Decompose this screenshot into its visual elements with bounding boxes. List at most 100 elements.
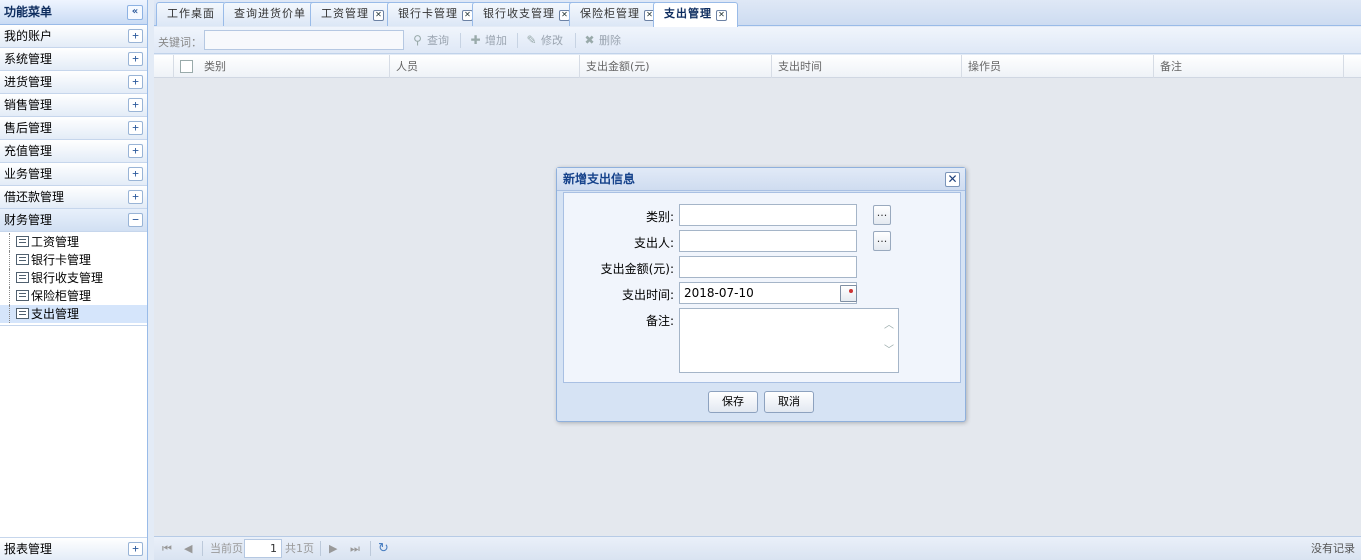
column-header-category[interactable]: 类别 xyxy=(198,55,390,78)
close-icon[interactable]: ✕ xyxy=(945,172,960,187)
page-number-input[interactable]: 1 xyxy=(244,539,282,558)
no-records-text: 没有记录 xyxy=(1311,542,1355,555)
payer-field[interactable] xyxy=(679,230,857,252)
column-label: 人员 xyxy=(396,60,418,73)
next-page-icon[interactable]: ▶ xyxy=(329,541,337,557)
sidebar-panel-recharge[interactable]: 充值管理 + xyxy=(0,140,147,163)
sidebar-panel-finance[interactable]: 财务管理 − xyxy=(0,209,147,232)
category-field[interactable] xyxy=(679,204,857,226)
current-page-label: 当前页 xyxy=(210,542,243,555)
tree-line xyxy=(9,305,10,323)
sidebar-panel-sales[interactable]: 销售管理 + xyxy=(0,94,147,117)
tree-item-bank-income-expense[interactable]: 银行收支管理 xyxy=(0,269,147,287)
category-picker-button[interactable]: ... xyxy=(873,205,891,225)
note-textarea[interactable]: ︿ ﹀ xyxy=(679,308,899,373)
tree-item-expense[interactable]: 支出管理 xyxy=(0,305,147,323)
column-header-note[interactable]: 备注 xyxy=(1154,55,1344,78)
close-icon[interactable]: ✕ xyxy=(373,10,384,21)
tab-salary[interactable]: 工资管理 ✕ xyxy=(310,2,395,26)
sidebar-title: 功能菜单 « xyxy=(0,0,147,25)
collapse-sidebar-icon[interactable]: « xyxy=(127,5,143,20)
tab-label: 保险柜管理 xyxy=(580,7,640,20)
refresh-icon[interactable]: ↻ xyxy=(378,541,389,557)
sidebar-panel-loans[interactable]: 借还款管理 + xyxy=(0,186,147,209)
tree-line xyxy=(9,233,10,251)
tab-expense[interactable]: 支出管理 ✕ xyxy=(653,2,738,27)
tab-purchase-price-query[interactable]: 查询进货价单 xyxy=(223,2,317,26)
cancel-button[interactable]: 取消 xyxy=(764,391,814,413)
panel-label: 借还款管理 xyxy=(4,190,65,204)
search-button[interactable]: ⚲ 查询 xyxy=(410,32,449,50)
sidebar-panel-after-sales[interactable]: 售后管理 + xyxy=(0,117,147,140)
expand-icon[interactable]: + xyxy=(128,75,143,89)
sidebar-panel-business[interactable]: 业务管理 + xyxy=(0,163,147,186)
expand-icon[interactable]: + xyxy=(128,144,143,158)
keyword-input[interactable] xyxy=(204,30,404,50)
expand-icon[interactable]: + xyxy=(128,52,143,66)
tree-item-safe[interactable]: 保险柜管理 xyxy=(0,287,147,305)
tree-item-label: 支出管理 xyxy=(31,307,80,321)
column-label: 支出时间 xyxy=(778,60,822,73)
search-icon: ⚲ xyxy=(413,33,422,47)
textarea-scrollbar[interactable]: ︿ ﹀ xyxy=(881,309,898,372)
edit-button[interactable]: ✎ 修改 xyxy=(524,32,563,50)
expand-icon[interactable]: + xyxy=(128,190,143,204)
page-icon xyxy=(16,308,29,319)
tab-safe[interactable]: 保险柜管理 ✕ xyxy=(569,2,666,26)
first-page-icon[interactable]: ⏮ xyxy=(162,541,172,557)
collapse-icon[interactable]: − xyxy=(128,213,143,227)
tree-item-bank-card[interactable]: 银行卡管理 xyxy=(0,251,147,269)
total-pages-label: 共1页 xyxy=(285,542,314,555)
tree-line xyxy=(9,251,10,269)
expand-icon[interactable]: + xyxy=(128,542,143,556)
calendar-icon[interactable] xyxy=(840,285,857,302)
sidebar-panel-purchase[interactable]: 进货管理 + xyxy=(0,71,147,94)
grid-header: 类别 人员 支出金额(元) 支出时间 操作员 备注 xyxy=(154,55,1361,78)
column-header-person[interactable]: 人员 xyxy=(390,55,580,78)
expand-icon[interactable]: + xyxy=(128,121,143,135)
delete-icon: ✖ xyxy=(584,33,595,47)
scroll-up-icon[interactable]: ︿ xyxy=(884,321,894,331)
amount-field[interactable] xyxy=(679,256,857,278)
payer-picker-button[interactable]: ... xyxy=(873,231,891,251)
amount-label: 支出金额(元): xyxy=(600,262,674,276)
column-header-amount[interactable]: 支出金额(元) xyxy=(580,55,772,78)
pager-divider xyxy=(370,541,371,556)
tab-bank-card[interactable]: 银行卡管理 ✕ xyxy=(387,2,484,26)
time-field[interactable]: 2018-07-10 xyxy=(679,282,857,304)
column-label: 操作员 xyxy=(968,60,1001,73)
prev-page-icon[interactable]: ◀ xyxy=(184,541,192,557)
add-button[interactable]: ✚ 增加 xyxy=(468,32,507,50)
tree-item-salary[interactable]: 工资管理 xyxy=(0,233,147,251)
expand-icon[interactable]: + xyxy=(128,98,143,112)
select-all-checkbox[interactable] xyxy=(180,60,193,73)
sidebar-panel-reports[interactable]: 报表管理 + xyxy=(0,537,147,560)
close-icon[interactable]: ✕ xyxy=(716,10,727,21)
expand-icon[interactable]: + xyxy=(128,167,143,181)
sidebar-title-text: 功能菜单 xyxy=(4,5,53,19)
sidebar-panel-my-account[interactable]: 我的账户 + xyxy=(0,25,147,48)
panel-label: 销售管理 xyxy=(4,98,53,112)
search-button-label: 查询 xyxy=(427,34,449,47)
expand-icon[interactable]: + xyxy=(128,29,143,43)
last-page-icon[interactable]: ⏭ xyxy=(350,541,360,557)
tab-workbench[interactable]: 工作桌面 xyxy=(156,2,226,26)
dialog-form: 类别: ... 支出人: ... 支出金额(元): 支出时间: 2018-07-… xyxy=(563,192,961,383)
page-icon xyxy=(16,254,29,265)
toolbar-divider xyxy=(517,33,518,48)
add-expense-dialog: 新增支出信息 ✕ 类别: ... 支出人: ... 支出金额(元): 支出时间:… xyxy=(556,167,966,422)
panel-label: 报表管理 xyxy=(4,542,53,556)
save-button[interactable]: 保存 xyxy=(708,391,758,413)
pager-divider xyxy=(320,541,321,556)
toolbar: 关键词： ⚲ 查询 ✚ 增加 ✎ 修改 ✖ 删除 xyxy=(154,27,1361,54)
time-label: 支出时间: xyxy=(621,288,674,302)
column-header-operator[interactable]: 操作员 xyxy=(962,55,1154,78)
delete-button[interactable]: ✖ 删除 xyxy=(582,32,621,50)
sidebar-panel-system[interactable]: 系统管理 + xyxy=(0,48,147,71)
tab-bank-income-expense[interactable]: 银行收支管理 ✕ xyxy=(472,2,581,26)
column-header-time[interactable]: 支出时间 xyxy=(772,55,962,78)
column-label: 支出金额(元) xyxy=(586,60,650,73)
category-label: 类别: xyxy=(645,210,674,224)
scroll-down-icon[interactable]: ﹀ xyxy=(884,346,894,356)
panel-label: 售后管理 xyxy=(4,121,53,135)
